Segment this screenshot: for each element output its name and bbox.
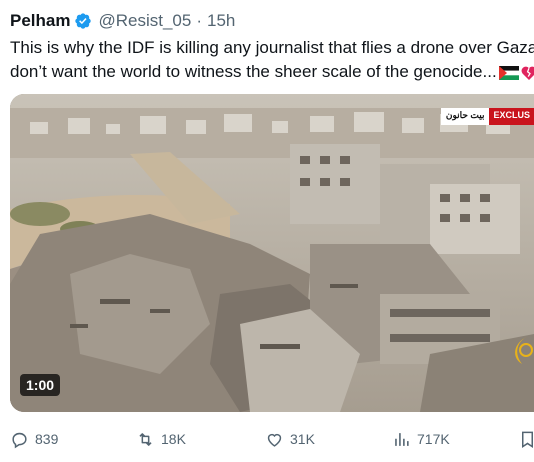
views-button[interactable]: 717K xyxy=(392,426,450,452)
channel-badge-exclusive: EXCLUS xyxy=(489,108,534,125)
separator-dot: · xyxy=(196,11,203,30)
author-name[interactable]: Pelham xyxy=(10,11,70,31)
tweet-text-line-1: This is why the IDF is killing any journ… xyxy=(10,38,534,57)
tweet-text: This is why the IDF is killing any journ… xyxy=(10,36,534,84)
verified-badge-icon xyxy=(75,13,92,29)
tweet-text-line-2-wrap: don’t want the world to witness the shee… xyxy=(10,60,534,84)
like-count: 31K xyxy=(290,431,315,447)
channel-badge-arabic: بيت حانون xyxy=(440,108,490,125)
bookmark-button[interactable] xyxy=(518,426,534,452)
analytics-icon xyxy=(395,432,409,446)
reply-icon xyxy=(12,432,27,448)
tweet-header: Pelham @Resist_05 · 15h xyxy=(10,8,235,34)
video-frame xyxy=(10,94,534,412)
palestine-flag-icon xyxy=(498,65,519,80)
repost-icon xyxy=(139,432,152,446)
view-count: 717K xyxy=(417,431,450,447)
channel-badge: بيت حانون EXCLUS xyxy=(440,108,534,125)
tweet-actions: 839 18K 31K 717K xyxy=(10,426,534,452)
repost-count: 18K xyxy=(161,431,186,447)
heart-icon xyxy=(267,433,282,447)
author-handle[interactable]: @Resist_05 xyxy=(98,11,191,31)
broken-heart-icon xyxy=(521,66,534,80)
tweet-timestamp[interactable]: 15h xyxy=(207,11,235,31)
tweet-text-line-2: don’t want the world to witness the shee… xyxy=(10,62,497,81)
channel-logo-icon xyxy=(515,336,533,364)
reply-button[interactable]: 839 xyxy=(10,426,58,452)
reply-count: 839 xyxy=(35,431,59,447)
bookmark-icon xyxy=(521,431,534,448)
like-button[interactable]: 31K xyxy=(265,426,315,452)
repost-button[interactable]: 18K xyxy=(136,426,186,452)
video-duration: 1:00 xyxy=(20,374,61,396)
video-player[interactable]: بيت حانون EXCLUS 1:00 xyxy=(10,94,534,412)
